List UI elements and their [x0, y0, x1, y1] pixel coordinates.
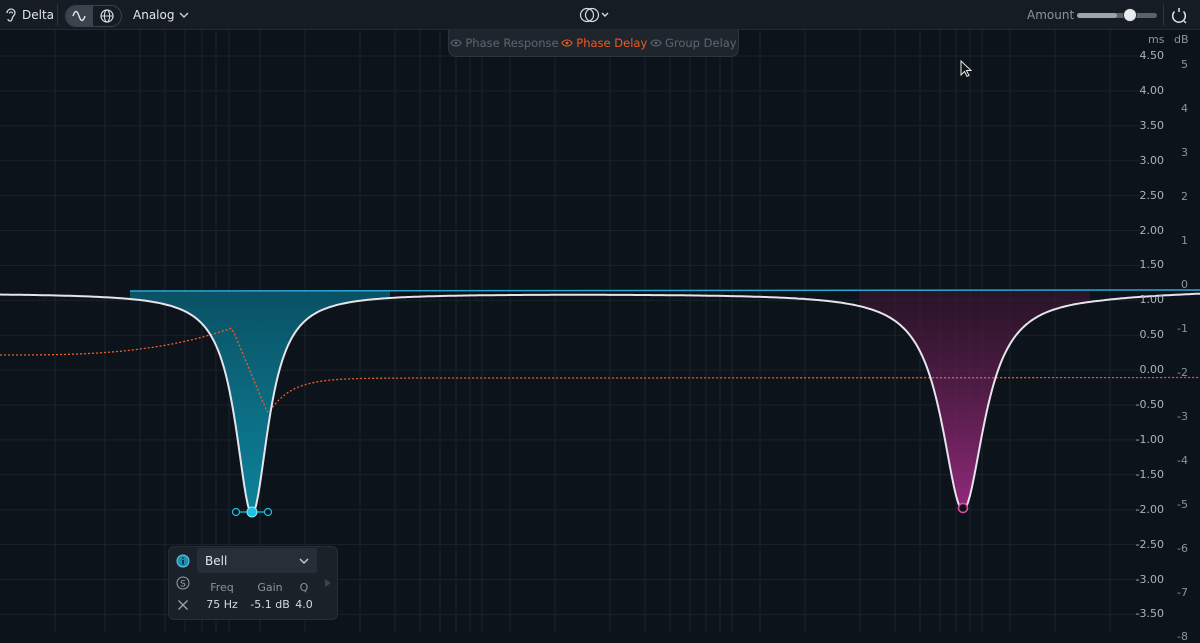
ms-tick-label: -1.50	[1135, 467, 1164, 481]
ms-tick-label: 1.50	[1139, 258, 1165, 272]
toolbar-divider	[57, 4, 58, 26]
db-tick-label: -4	[1177, 454, 1188, 467]
ms-tick-label: -3.00	[1135, 572, 1164, 586]
amount-slider-fill	[1077, 13, 1117, 18]
band-1-handle[interactable]	[246, 506, 258, 518]
chevron-down-icon[interactable]	[179, 0, 189, 29]
phase-view-toggle: Phase Response Phase Delay Group Delay	[448, 30, 739, 57]
db-tick-label: 1	[1181, 234, 1188, 247]
eye-icon	[450, 39, 462, 47]
ms-scale-header: ms	[1148, 33, 1165, 46]
display-mode-toggle	[65, 5, 122, 27]
toolbar-divider	[1163, 4, 1164, 26]
db-tick-label: 0	[1181, 278, 1188, 291]
db-scale-header: dB	[1174, 33, 1189, 46]
svg-text:S: S	[180, 580, 186, 590]
ms-tick-label: 0.50	[1139, 328, 1165, 342]
flat-response-line	[129, 289, 1200, 292]
ms-tick-label: 4.00	[1139, 83, 1165, 97]
amount-slider-knob[interactable]	[1124, 9, 1137, 21]
db-tick-label: 4	[1181, 102, 1188, 115]
band-2-handle[interactable]	[957, 502, 969, 514]
group-delay-toggle[interactable]: Group Delay	[650, 36, 737, 50]
db-tick-label: -2	[1177, 366, 1188, 379]
ear-icon[interactable]	[4, 0, 18, 29]
band-panel-side: S	[169, 547, 197, 619]
ms-tick-label: -0.50	[1135, 398, 1164, 411]
ms-tick-label: 4.50	[1139, 49, 1165, 62]
ms-tick-label: -3.50	[1135, 607, 1164, 621]
db-tick-label: -6	[1177, 542, 1188, 555]
phase-delay-toggle[interactable]: Phase Delay	[561, 36, 647, 50]
group-delay-label: Group Delay	[664, 36, 737, 50]
play-arrow-icon[interactable]	[324, 577, 332, 591]
band-settings-panel: S Bell Freq Gain Q 75 Hz -5.1 dB 4.0	[168, 546, 338, 620]
band-1-node[interactable]	[231, 506, 273, 518]
db-tick-label: -8	[1177, 630, 1188, 643]
sine-wave-icon	[71, 10, 86, 22]
db-tick-label: -3	[1177, 410, 1188, 423]
freq-header: Freq	[210, 581, 234, 594]
delta-label[interactable]: Delta	[22, 0, 54, 29]
solo-icon[interactable]: S	[176, 576, 190, 590]
spectrum-mode-button[interactable]	[93, 6, 120, 26]
chevron-down-icon	[299, 558, 309, 564]
q-value[interactable]: 4.0	[291, 598, 317, 611]
band-type-select[interactable]: Bell	[197, 548, 317, 573]
ms-tick-label: 2.50	[1139, 188, 1165, 202]
band-1-q-handle-left[interactable]	[231, 507, 241, 517]
eye-icon	[650, 39, 662, 47]
ms-tick-label: 0.00	[1139, 363, 1165, 377]
phase-response-toggle[interactable]: Phase Response	[450, 36, 559, 50]
db-tick-label: 3	[1181, 146, 1188, 159]
info-icon[interactable]	[176, 554, 190, 568]
amount-label: Amount	[1027, 7, 1075, 22]
ms-tick-label: -2.50	[1135, 537, 1164, 551]
top-toolbar: Delta Analog Amount	[0, 0, 1200, 30]
close-icon[interactable]	[176, 598, 190, 612]
phase-response-label: Phase Response	[465, 36, 559, 50]
freq-value[interactable]: 75 Hz	[203, 598, 241, 611]
gain-header: Gain	[257, 581, 283, 594]
ms-tick-label: 1.00	[1139, 293, 1165, 307]
ms-tick-label: 3.00	[1139, 153, 1165, 167]
band-1-q-handle-right[interactable]	[263, 507, 273, 517]
ms-tick-label: 2.00	[1139, 223, 1165, 237]
stereo-link-icon[interactable]	[578, 0, 612, 29]
eq-graph[interactable]	[0, 0, 1200, 633]
filter-mode-select[interactable]: Analog	[133, 0, 174, 29]
ms-tick-label: 3.50	[1139, 118, 1165, 132]
power-icon[interactable]	[1170, 0, 1188, 29]
amount-slider[interactable]	[1077, 9, 1157, 21]
db-tick-label: -1	[1177, 322, 1188, 335]
cursor-icon	[960, 59, 973, 81]
eye-icon	[561, 39, 573, 47]
db-tick-label: -5	[1177, 498, 1188, 511]
band-type-label: Bell	[205, 553, 228, 568]
db-tick-label: -7	[1177, 586, 1188, 599]
q-header: Q	[299, 581, 309, 594]
db-tick-label: 2	[1181, 190, 1188, 203]
gain-value[interactable]: -5.1 dB	[247, 598, 293, 611]
ms-tick-label: -1.00	[1135, 432, 1164, 446]
phase-delay-label: Phase Delay	[576, 36, 648, 50]
globe-icon	[99, 9, 114, 23]
ms-tick-label: -2.00	[1135, 502, 1164, 516]
db-tick-label: 5	[1181, 58, 1188, 71]
waveform-mode-button[interactable]	[66, 6, 93, 26]
